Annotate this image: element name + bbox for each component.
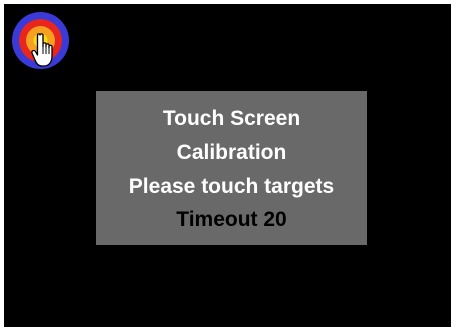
calibration-target-icon[interactable] (11, 11, 70, 70)
calibration-screen[interactable]: Touch Screen Calibration Please touch ta… (4, 4, 451, 327)
calibration-instruction: Please touch targets (128, 175, 335, 198)
calibration-title-line2: Calibration (176, 141, 287, 164)
calibration-title-line1: Touch Screen (162, 107, 301, 130)
timeout-countdown: Timeout 20 (176, 208, 287, 231)
target-graphic (12, 12, 69, 69)
calibration-message-panel: Touch Screen Calibration Please touch ta… (96, 91, 367, 245)
